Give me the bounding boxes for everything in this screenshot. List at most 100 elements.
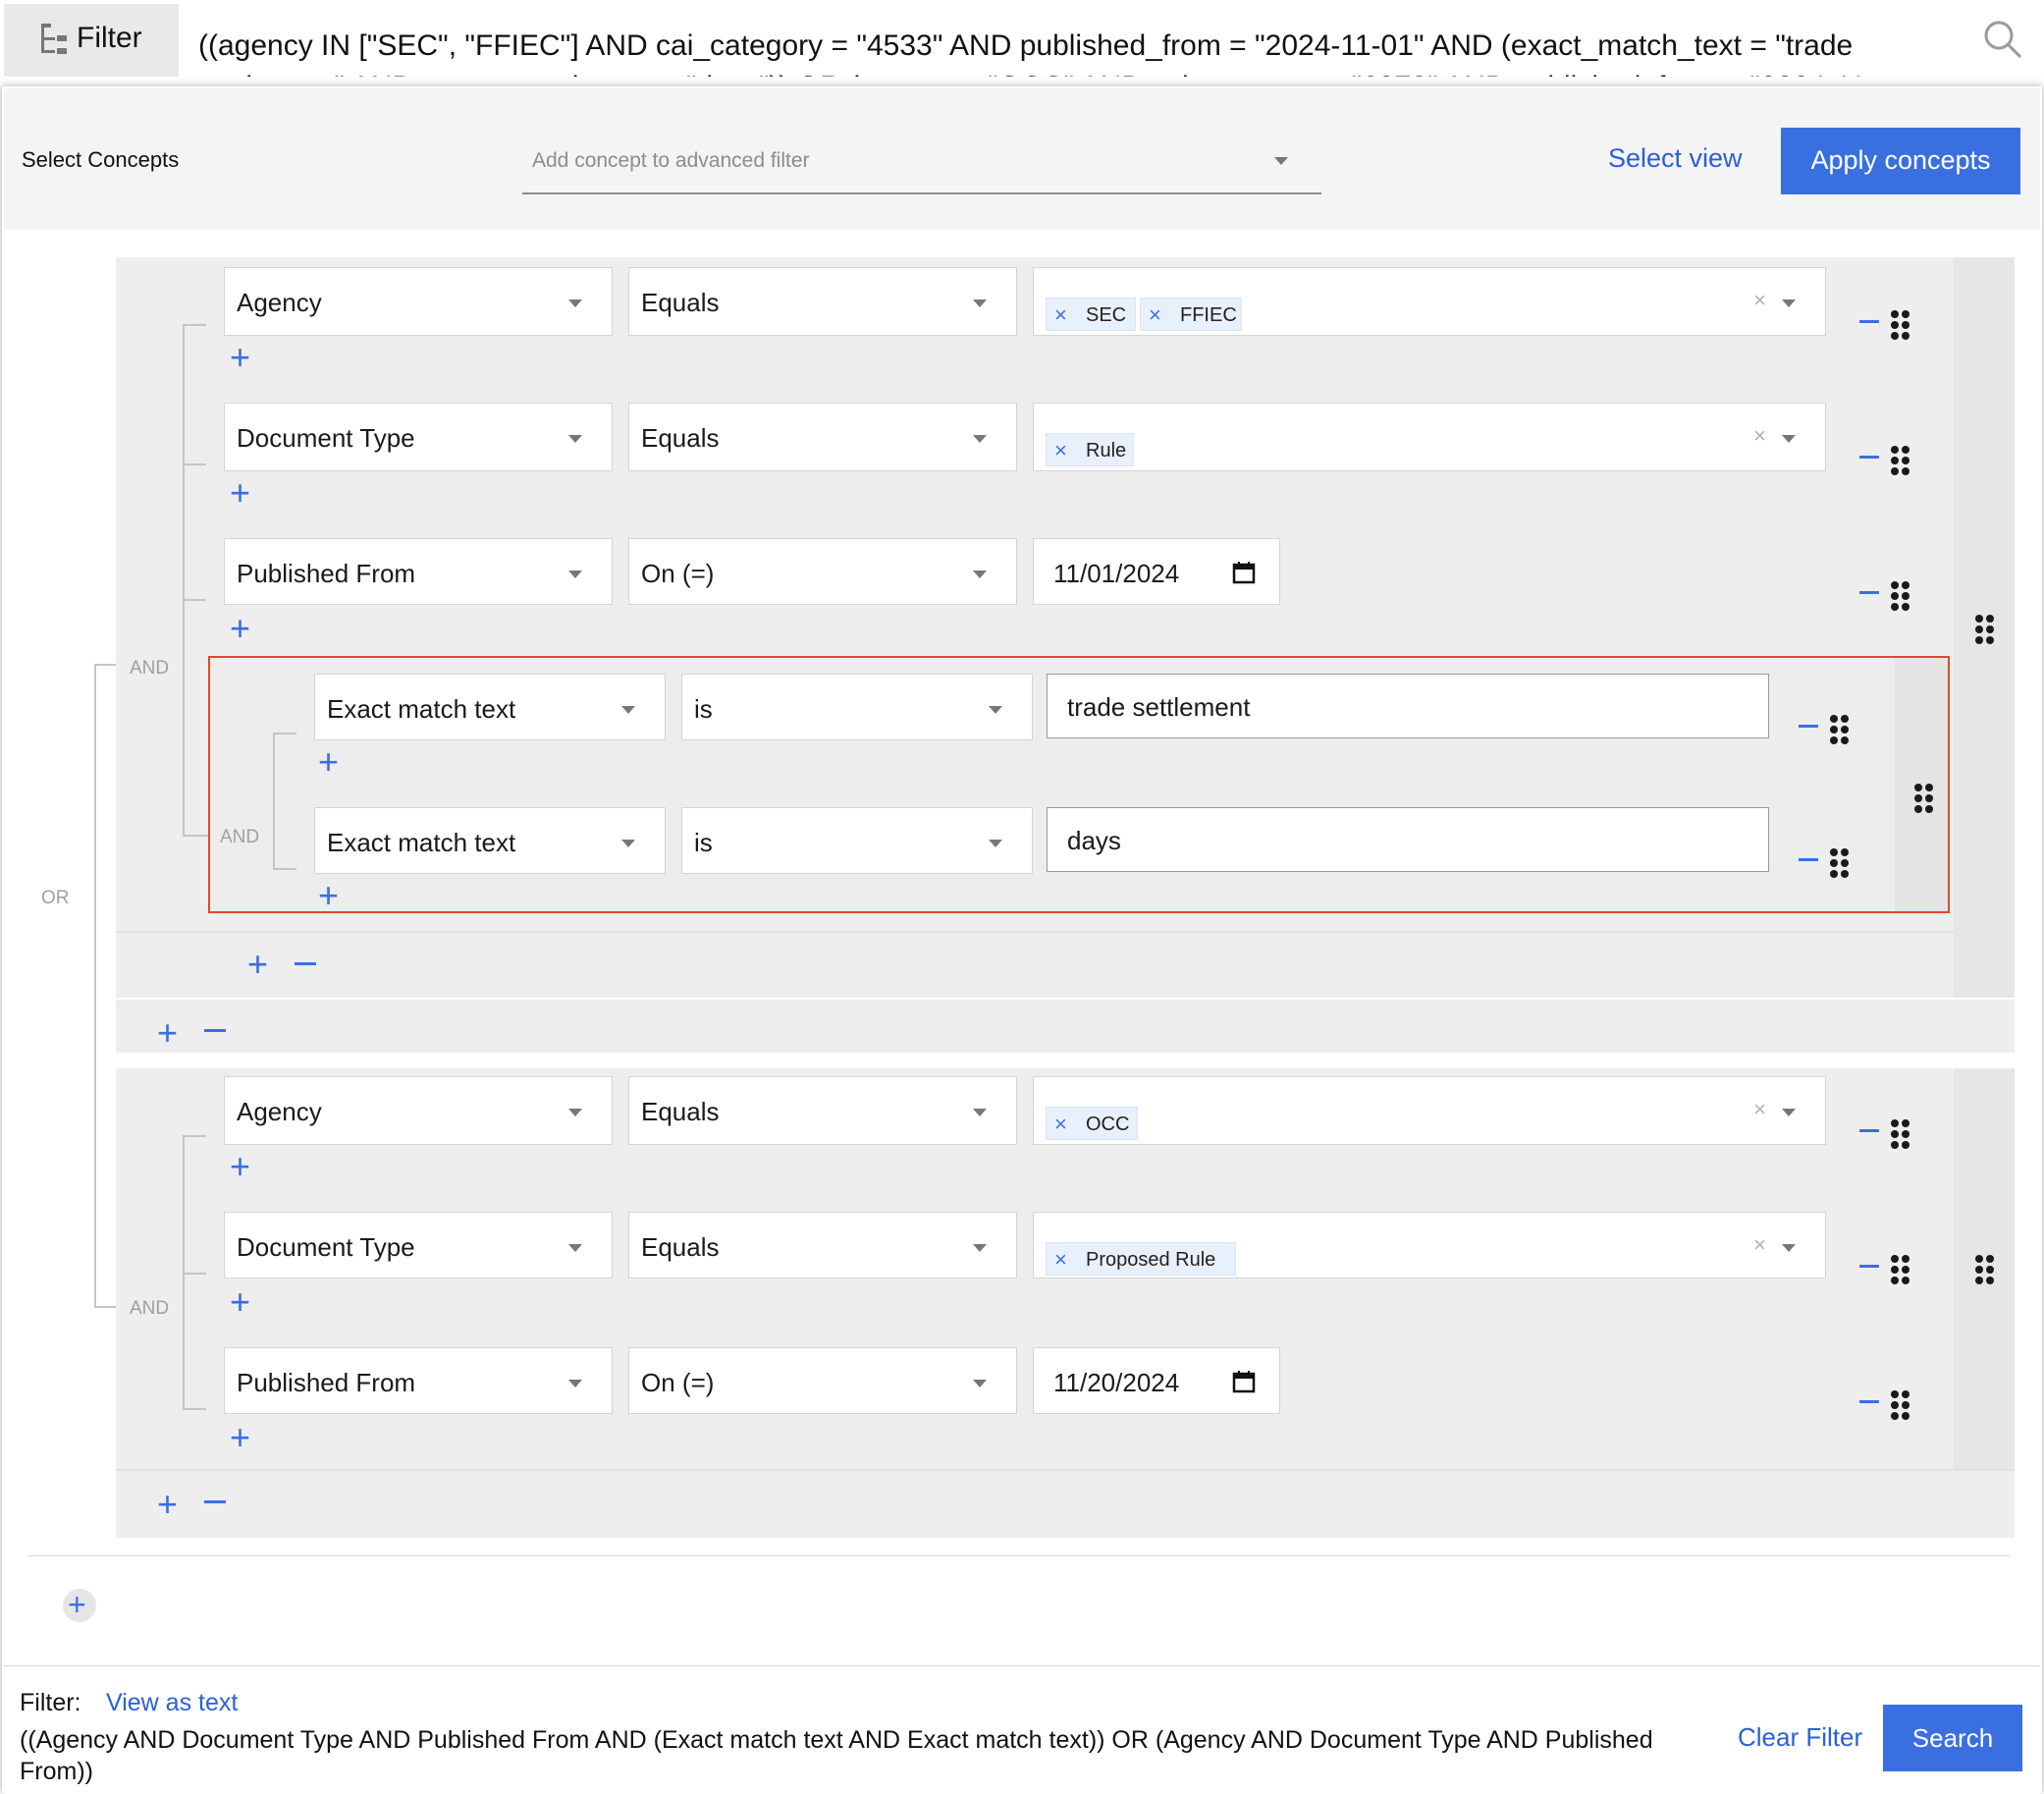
operator-select[interactable]: Equals — [628, 1076, 1017, 1145]
date-input[interactable]: 11/20/2024 — [1033, 1347, 1280, 1414]
drag-handle-icon[interactable] — [1830, 848, 1849, 878]
add-condition-icon[interactable]: + — [318, 878, 339, 913]
operator-select[interactable]: Equals — [628, 267, 1017, 336]
add-condition-icon[interactable]: + — [230, 1149, 250, 1184]
value-multiselect[interactable]: × Rule × — [1033, 403, 1826, 471]
add-condition-icon[interactable]: + — [318, 744, 339, 780]
add-root-group-button[interactable]: + — [63, 1587, 96, 1622]
select-view-link[interactable]: Select view — [1608, 143, 1743, 174]
operator-select[interactable]: is — [681, 674, 1033, 740]
drag-handle-icon[interactable] — [1891, 446, 1910, 475]
drag-handle-icon[interactable] — [1830, 715, 1849, 744]
group-1-actions — [116, 1000, 2015, 1053]
value-chip[interactable]: × Rule — [1046, 433, 1134, 466]
field-select[interactable]: Agency — [224, 1076, 613, 1145]
calendar-icon[interactable] — [1232, 1370, 1256, 1393]
filter-tab-label: Filter — [77, 22, 142, 54]
query-text[interactable]: ((agency IN ["SEC", "FFIEC"] AND cai_cat… — [198, 26, 1916, 77]
drag-handle-icon[interactable] — [1891, 1119, 1910, 1149]
operator-select[interactable]: is — [681, 807, 1033, 874]
clear-icon[interactable]: × — [1753, 288, 1766, 313]
date-input[interactable]: 11/01/2024 — [1033, 538, 1280, 605]
operator-select-value: is — [694, 694, 713, 724]
field-select[interactable]: Published From — [224, 1347, 613, 1414]
value-chip[interactable]: × Proposed Rule — [1046, 1242, 1236, 1276]
clear-icon[interactable]: × — [1753, 423, 1766, 449]
concept-dropdown[interactable]: Add concept to advanced filter — [522, 130, 1321, 194]
filter-summary-text: ((Agency AND Document Type AND Published… — [20, 1726, 1653, 1785]
remove-chip-icon[interactable]: × — [1149, 302, 1161, 328]
value-chip[interactable]: × FFIEC — [1140, 298, 1242, 331]
remove-chip-icon[interactable]: × — [1054, 438, 1067, 463]
remove-row-icon[interactable] — [1859, 1265, 1879, 1268]
remove-group-icon[interactable] — [295, 962, 316, 965]
text-input[interactable]: days — [1047, 807, 1769, 872]
group-drag-handle-icon[interactable] — [1975, 1255, 1994, 1284]
subgroup-drag-handle-icon[interactable] — [1914, 784, 1933, 813]
operator-select[interactable]: Equals — [628, 1212, 1017, 1278]
remove-chip-icon[interactable]: × — [1054, 1112, 1067, 1137]
calendar-icon[interactable] — [1232, 561, 1256, 584]
remove-row-icon[interactable] — [1859, 591, 1879, 594]
remove-row-icon[interactable] — [1799, 725, 1818, 728]
add-group-icon[interactable]: + — [157, 1487, 178, 1522]
operator-select-value: On (=) — [641, 1368, 715, 1397]
add-condition-icon[interactable]: + — [230, 475, 250, 511]
field-select[interactable]: Exact match text — [314, 807, 666, 874]
group-drag-handle-icon[interactable] — [1975, 615, 1994, 644]
remove-row-icon[interactable] — [1859, 320, 1879, 323]
chevron-down-icon — [989, 706, 1002, 714]
field-select[interactable]: Agency — [224, 267, 613, 336]
field-select-value: Document Type — [237, 1232, 415, 1262]
field-select[interactable]: Exact match text — [314, 674, 666, 740]
remove-group-icon[interactable] — [204, 1029, 226, 1032]
add-condition-icon[interactable]: + — [230, 1284, 250, 1320]
clear-filter-link[interactable]: Clear Filter — [1738, 1722, 1862, 1753]
value-multiselect[interactable]: × OCC × — [1033, 1076, 1826, 1145]
remove-group-icon[interactable] — [204, 1500, 226, 1503]
value-chip[interactable]: × OCC — [1046, 1107, 1138, 1140]
add-condition-icon[interactable]: + — [247, 947, 268, 982]
remove-chip-icon[interactable]: × — [1054, 302, 1067, 328]
filter-tab[interactable]: Filter — [4, 4, 179, 77]
date-value: 11/20/2024 — [1053, 1368, 1180, 1397]
add-group-icon[interactable]: + — [157, 1015, 178, 1051]
chevron-down-icon — [973, 1244, 987, 1252]
field-select[interactable]: Document Type — [224, 1212, 613, 1278]
field-select[interactable]: Document Type — [224, 403, 613, 471]
remove-row-icon[interactable] — [1859, 1129, 1879, 1132]
field-select[interactable]: Published From — [224, 538, 613, 605]
search-button-label: Search — [1911, 1723, 1994, 1753]
drag-handle-icon[interactable] — [1891, 1390, 1910, 1420]
remove-row-icon[interactable] — [1799, 858, 1818, 861]
drag-handle-icon[interactable] — [1891, 581, 1910, 611]
operator-select[interactable]: On (=) — [628, 538, 1017, 605]
apply-concepts-button[interactable]: Apply concepts — [1781, 128, 2020, 194]
search-icon[interactable] — [1981, 18, 2024, 61]
value-chip[interactable]: × SEC — [1046, 298, 1136, 331]
add-condition-icon[interactable]: + — [230, 611, 250, 646]
chevron-down-icon — [621, 706, 635, 714]
operator-select[interactable]: Equals — [628, 403, 1017, 471]
chip-label: SEC — [1086, 304, 1127, 326]
operator-select-value: Equals — [641, 288, 720, 317]
add-condition-icon[interactable]: + — [230, 1420, 250, 1455]
clear-icon[interactable]: × — [1753, 1232, 1766, 1258]
connector-tick — [273, 733, 296, 734]
connector-tick — [183, 1273, 206, 1275]
drag-handle-icon[interactable] — [1891, 310, 1910, 340]
value-multiselect[interactable]: × Proposed Rule × — [1033, 1212, 1826, 1278]
add-condition-icon[interactable]: + — [230, 340, 250, 375]
text-input[interactable]: trade settlement — [1047, 674, 1769, 738]
operator-select[interactable]: On (=) — [628, 1347, 1017, 1414]
remove-chip-icon[interactable]: × — [1054, 1247, 1067, 1273]
chevron-down-icon — [989, 840, 1002, 847]
drag-handle-icon[interactable] — [1891, 1255, 1910, 1284]
remove-row-icon[interactable] — [1859, 456, 1879, 459]
view-as-text-link[interactable]: View as text — [106, 1689, 238, 1717]
connector-tick — [183, 1408, 206, 1410]
value-multiselect[interactable]: × SEC × FFIEC × — [1033, 267, 1826, 336]
clear-icon[interactable]: × — [1753, 1097, 1766, 1122]
remove-row-icon[interactable] — [1859, 1400, 1879, 1403]
search-button[interactable]: Search — [1883, 1705, 2022, 1771]
